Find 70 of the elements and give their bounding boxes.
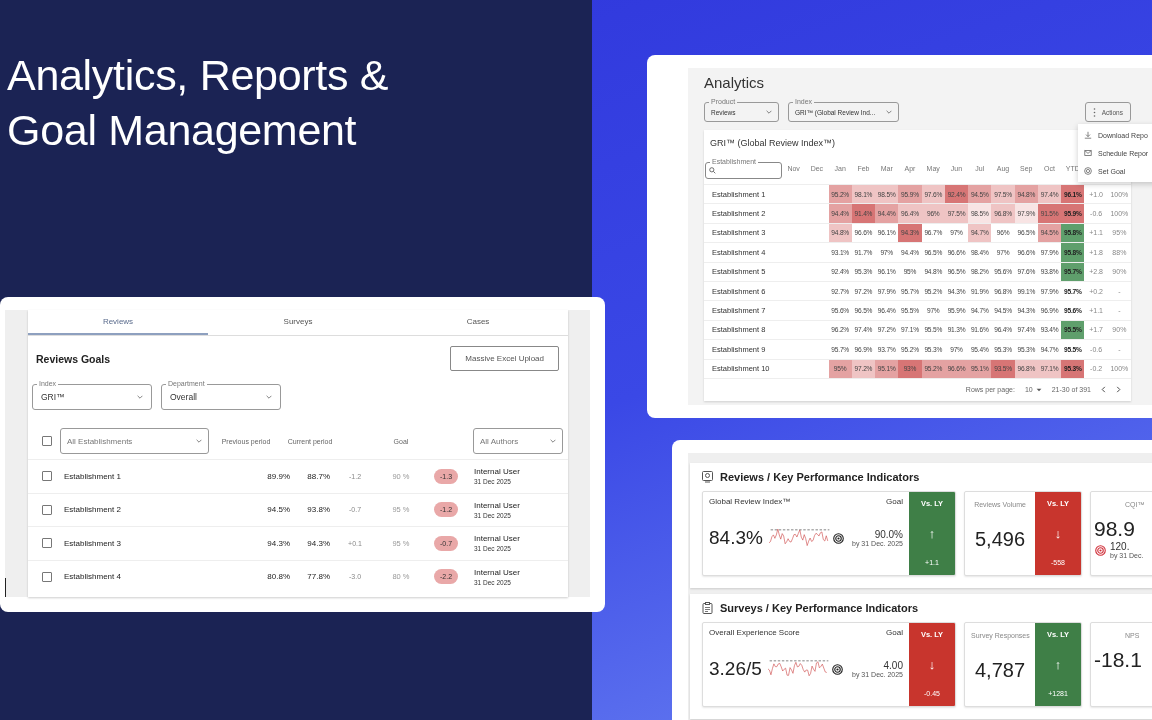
goal-value: 4.00 <box>883 660 903 671</box>
target-icon <box>832 532 844 544</box>
next-page-icon[interactable] <box>1116 386 1121 394</box>
kpi-label: Overall Experience Score <box>709 628 800 637</box>
dropdown[interactable]: All Establishments <box>60 428 209 454</box>
table-cell: 94.3% <box>267 538 290 548</box>
checkbox[interactable] <box>42 504 52 515</box>
tab[interactable]: Reviews <box>28 310 208 335</box>
table-cell: 94.5% <box>267 505 290 515</box>
arrow-icon: ↓ <box>928 658 936 671</box>
arrow-icon: ↑ <box>928 527 936 540</box>
kpi-value: 98.9 <box>1093 517 1135 541</box>
target-icon <box>1084 167 1092 175</box>
kpi-value: 3.26/5 <box>709 658 762 680</box>
search-icon <box>709 167 716 174</box>
previous-page-icon[interactable] <box>1101 386 1106 394</box>
upload-button[interactable]: Massive Excel Upload <box>450 346 559 371</box>
table-cell: 89.9% <box>267 471 290 481</box>
download-icon <box>1084 131 1092 139</box>
review-icon <box>702 471 713 483</box>
dropdown[interactable]: All Authors <box>473 428 563 454</box>
checkbox[interactable] <box>42 436 52 446</box>
establishment-name: Establishment 1 <box>63 471 121 481</box>
table-cell: 80.8% <box>267 572 290 582</box>
table-cell: 94.3% <box>307 538 330 548</box>
establishment-name: Establishment 3 <box>63 538 121 548</box>
chevron-down-icon <box>137 395 143 399</box>
section-title: Surveys / Key Performance Indicators <box>720 602 919 614</box>
author-name: Internal User <box>474 500 520 510</box>
kebab-icon <box>1092 107 1096 117</box>
kpi-value: 84.3% <box>709 527 763 549</box>
tab[interactable]: Surveys <box>208 310 388 335</box>
author-name: Internal User <box>474 567 520 577</box>
goal-label: Goal <box>886 497 903 506</box>
tab[interactable]: Cases <box>388 310 568 335</box>
kpi-value: -18.1 <box>1093 648 1142 672</box>
chevron-down-icon <box>886 110 892 114</box>
envelope-icon <box>1084 149 1092 157</box>
author-name: Internal User <box>474 534 520 544</box>
kpi-label: Global Review Index™ <box>709 497 791 506</box>
section-title: Reviews Goals <box>36 352 111 365</box>
headline: Analytics, Reports & Goal Management <box>7 50 389 156</box>
arrow-icon: ↑ <box>1054 658 1062 671</box>
goal-value: 90.0% <box>874 529 903 540</box>
page-title: Analytics <box>704 74 766 91</box>
kpi-value: 5,496 <box>974 527 1026 551</box>
kpi-value: 4,787 <box>974 658 1026 682</box>
chevron-down-icon <box>196 439 202 443</box>
arrow-icon: ↓ <box>1054 527 1062 540</box>
checkbox[interactable] <box>42 538 52 549</box>
table-cell: 77.8% <box>307 572 330 582</box>
target-icon <box>831 663 843 675</box>
chevron-down-icon <box>266 395 272 399</box>
clipboard-icon <box>702 602 713 614</box>
table-title: GRI™ (Global Review Index™) <box>709 137 837 150</box>
table-cell: 88.7% <box>307 471 330 481</box>
section-title: Reviews / Key Performance Indicators <box>720 471 920 483</box>
text-cursor <box>5 578 6 597</box>
chevron-down-icon <box>766 110 772 114</box>
establishment-name: Establishment 4 <box>63 572 121 582</box>
table-cell: 93.8% <box>307 505 330 515</box>
checkbox[interactable] <box>42 571 52 582</box>
checkbox[interactable] <box>42 471 52 482</box>
goal-label: Goal <box>886 628 903 637</box>
chevron-down-icon <box>550 439 556 443</box>
author-name: Internal User <box>474 467 520 477</box>
caret-icon <box>1035 387 1042 392</box>
establishment-name: Establishment 2 <box>63 505 121 515</box>
target-icon <box>1095 544 1106 556</box>
goal-value: 120. <box>1110 541 1130 552</box>
